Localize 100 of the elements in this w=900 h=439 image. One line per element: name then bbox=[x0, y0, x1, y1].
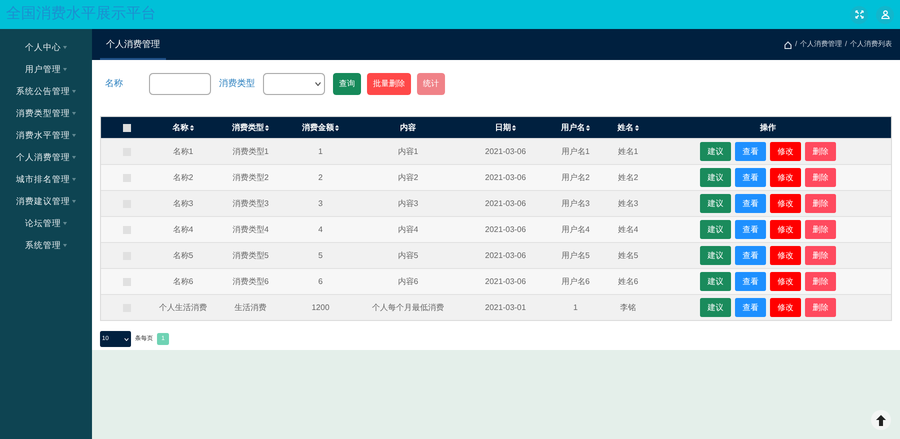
view-button[interactable]: 查看 bbox=[735, 246, 766, 265]
chevron-down-icon bbox=[315, 82, 321, 86]
table-cell: 生活消费 bbox=[234, 302, 266, 314]
suggest-button[interactable]: 建议 bbox=[700, 142, 731, 161]
table-cell: 姓名2 bbox=[618, 172, 638, 184]
caret-icon bbox=[63, 244, 67, 247]
delete-button[interactable]: 删除 bbox=[805, 168, 836, 187]
edit-button[interactable]: 修改 bbox=[770, 246, 801, 265]
table-cell: 2021-03-01 bbox=[485, 302, 526, 314]
delete-button[interactable]: 删除 bbox=[805, 272, 836, 291]
suggest-button[interactable]: 建议 bbox=[700, 194, 731, 213]
caret-icon bbox=[72, 156, 76, 159]
suggest-button[interactable]: 建议 bbox=[700, 168, 731, 187]
table-cell: 姓名5 bbox=[618, 250, 638, 262]
search-batch-delete-button[interactable]: 批量删除 bbox=[367, 73, 411, 95]
caret-icon bbox=[72, 178, 76, 181]
sidebar-item[interactable]: 消费建议管理 bbox=[0, 193, 92, 210]
caret-icon bbox=[72, 112, 76, 115]
table-cell: 1200 bbox=[312, 302, 330, 314]
caret-icon bbox=[72, 200, 76, 203]
edit-button[interactable]: 修改 bbox=[770, 298, 801, 317]
suggest-button[interactable]: 建议 bbox=[700, 298, 731, 317]
caret-icon bbox=[63, 222, 67, 225]
field-label: 消费类型 bbox=[219, 77, 256, 90]
name-input[interactable] bbox=[149, 73, 211, 95]
select-all-checkbox[interactable] bbox=[123, 124, 131, 132]
table-cell: 消费类型5 bbox=[232, 250, 269, 262]
table-cell: 名称6 bbox=[172, 276, 194, 288]
edit-button[interactable]: 修改 bbox=[770, 142, 801, 161]
table-cell: 内容4 bbox=[398, 224, 418, 236]
table-cell: 5 bbox=[318, 250, 323, 262]
table-cell: 名称2 bbox=[172, 172, 194, 184]
table-cell: 名称1 bbox=[172, 146, 194, 158]
chevron-down-icon bbox=[124, 338, 129, 340]
edit-button[interactable]: 修改 bbox=[770, 272, 801, 291]
table-cell: 1 bbox=[573, 302, 578, 314]
table-cell: 3 bbox=[318, 198, 323, 210]
suggest-button[interactable]: 建议 bbox=[700, 272, 731, 291]
sidebar-item[interactable]: 系统公告管理 bbox=[0, 83, 92, 100]
table-cell: 消费类型3 bbox=[232, 198, 269, 210]
view-button[interactable]: 查看 bbox=[735, 142, 766, 161]
table-cell: 1 bbox=[318, 146, 323, 158]
search-query-button[interactable]: 查询 bbox=[333, 73, 361, 95]
delete-button[interactable]: 删除 bbox=[805, 298, 836, 317]
view-button[interactable]: 查看 bbox=[735, 298, 766, 317]
sidebar-item[interactable]: 城市排名管理 bbox=[0, 171, 92, 188]
expand-icon bbox=[854, 10, 864, 19]
table-cell: 内容2 bbox=[398, 172, 418, 184]
sidebar-item[interactable]: 消费水平管理 bbox=[0, 127, 92, 144]
view-button[interactable]: 查看 bbox=[735, 220, 766, 239]
table-cell: 2021-03-06 bbox=[485, 250, 526, 262]
fullscreen-button[interactable] bbox=[850, 6, 868, 24]
home-icon bbox=[784, 40, 792, 49]
caret-icon bbox=[72, 134, 76, 137]
table-cell: 用户名5 bbox=[561, 250, 590, 262]
table-cell: 消费类型4 bbox=[232, 224, 269, 236]
caret-icon bbox=[63, 68, 67, 71]
table-cell: 2021-03-06 bbox=[485, 276, 526, 288]
view-button[interactable]: 查看 bbox=[735, 194, 766, 213]
sidebar-item[interactable]: 个人中心 bbox=[0, 39, 92, 56]
table-cell: 4 bbox=[318, 224, 323, 236]
suggest-button[interactable]: 建议 bbox=[700, 220, 731, 239]
table-cell: 内容1 bbox=[398, 146, 418, 158]
delete-button[interactable]: 删除 bbox=[805, 142, 836, 161]
search-stats-button[interactable]: 统计 bbox=[417, 73, 445, 95]
column-header[interactable]: 消费类型 bbox=[232, 122, 269, 134]
table-cell: 内容3 bbox=[398, 198, 418, 210]
column-header[interactable]: 用户名 bbox=[561, 122, 590, 134]
table-cell: 个人生活消费 bbox=[159, 302, 207, 314]
edit-button[interactable]: 修改 bbox=[770, 168, 801, 187]
delete-button[interactable]: 删除 bbox=[805, 246, 836, 265]
table-cell: 2 bbox=[318, 172, 323, 184]
table-cell: 姓名4 bbox=[618, 224, 638, 236]
column-header[interactable]: 名称 bbox=[172, 122, 194, 134]
sidebar-item[interactable]: 用户管理 bbox=[0, 61, 92, 78]
column-header[interactable]: 消费金额 bbox=[302, 122, 339, 134]
column-header: 内容 bbox=[400, 122, 416, 134]
table-cell: 用户名3 bbox=[561, 198, 590, 210]
table-cell: 2021-03-06 bbox=[485, 198, 526, 210]
edit-button[interactable]: 修改 bbox=[770, 194, 801, 213]
type-select[interactable] bbox=[263, 73, 325, 95]
view-button[interactable]: 查看 bbox=[735, 168, 766, 187]
table-cell: 内容6 bbox=[398, 276, 418, 288]
user-button[interactable] bbox=[876, 6, 894, 24]
table-cell: 名称4 bbox=[172, 224, 194, 236]
suggest-button[interactable]: 建议 bbox=[700, 246, 731, 265]
sidebar-item[interactable]: 系统管理 bbox=[0, 237, 92, 254]
column-header[interactable]: 日期 bbox=[495, 122, 516, 134]
sidebar-item[interactable]: 消费类型管理 bbox=[0, 105, 92, 122]
delete-button[interactable]: 删除 bbox=[805, 220, 836, 239]
delete-button[interactable]: 删除 bbox=[805, 194, 836, 213]
view-button[interactable]: 查看 bbox=[735, 272, 766, 291]
column-header[interactable]: 姓名 bbox=[618, 122, 638, 134]
edit-button[interactable]: 修改 bbox=[770, 220, 801, 239]
back-to-top-button[interactable] bbox=[871, 410, 891, 430]
sidebar-item[interactable]: 个人消费管理 bbox=[0, 149, 92, 166]
table-cell: 用户名2 bbox=[561, 172, 590, 184]
sidebar-item[interactable]: 论坛管理 bbox=[0, 215, 92, 232]
caret-icon bbox=[63, 46, 67, 49]
table-cell: 李铭 bbox=[620, 302, 636, 314]
